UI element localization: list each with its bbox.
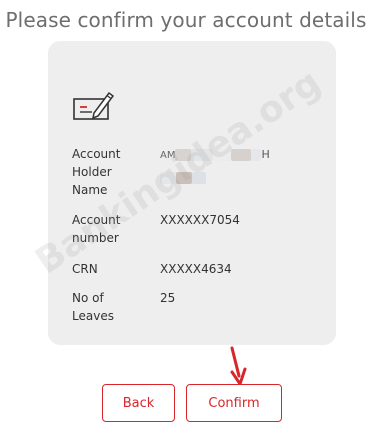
detail-label: Account number (72, 213, 121, 245)
redacted-block (175, 148, 192, 161)
detail-row-account-number: Account number XXXXXX7054 (72, 211, 332, 249)
red-arrow-down-icon (230, 346, 247, 386)
redacted-block (213, 148, 232, 161)
page-heading: Please confirm your account details (5, 8, 367, 32)
detail-value-holder: AM H (160, 145, 330, 186)
redacted-block (231, 148, 252, 161)
detail-value-crn: XXXXX4634 (160, 262, 232, 276)
confirm-button[interactable]: Confirm (186, 384, 282, 422)
detail-row-leaves: No of Leaves 25 (72, 289, 332, 327)
redacted-block (251, 148, 262, 161)
account-details-card: Account Holder Name AM H Account number X… (48, 41, 336, 345)
detail-value-account-number: XXXXXX7054 (160, 213, 240, 227)
detail-label: No of Leaves (72, 291, 114, 323)
detail-value-leaves: 25 (160, 291, 176, 305)
back-button[interactable]: Back (102, 384, 175, 422)
detail-row-crn: CRN XXXXX4634 (72, 260, 332, 278)
redacted-block (160, 171, 176, 184)
cheque-book-icon (73, 91, 115, 120)
redacted-block (191, 148, 214, 161)
redacted-block (176, 171, 192, 184)
detail-row-holder: Account Holder Name AM H (72, 145, 332, 201)
redacted-block (192, 171, 206, 184)
detail-label: CRN (72, 262, 98, 276)
detail-label: Account Holder Name (72, 147, 121, 197)
